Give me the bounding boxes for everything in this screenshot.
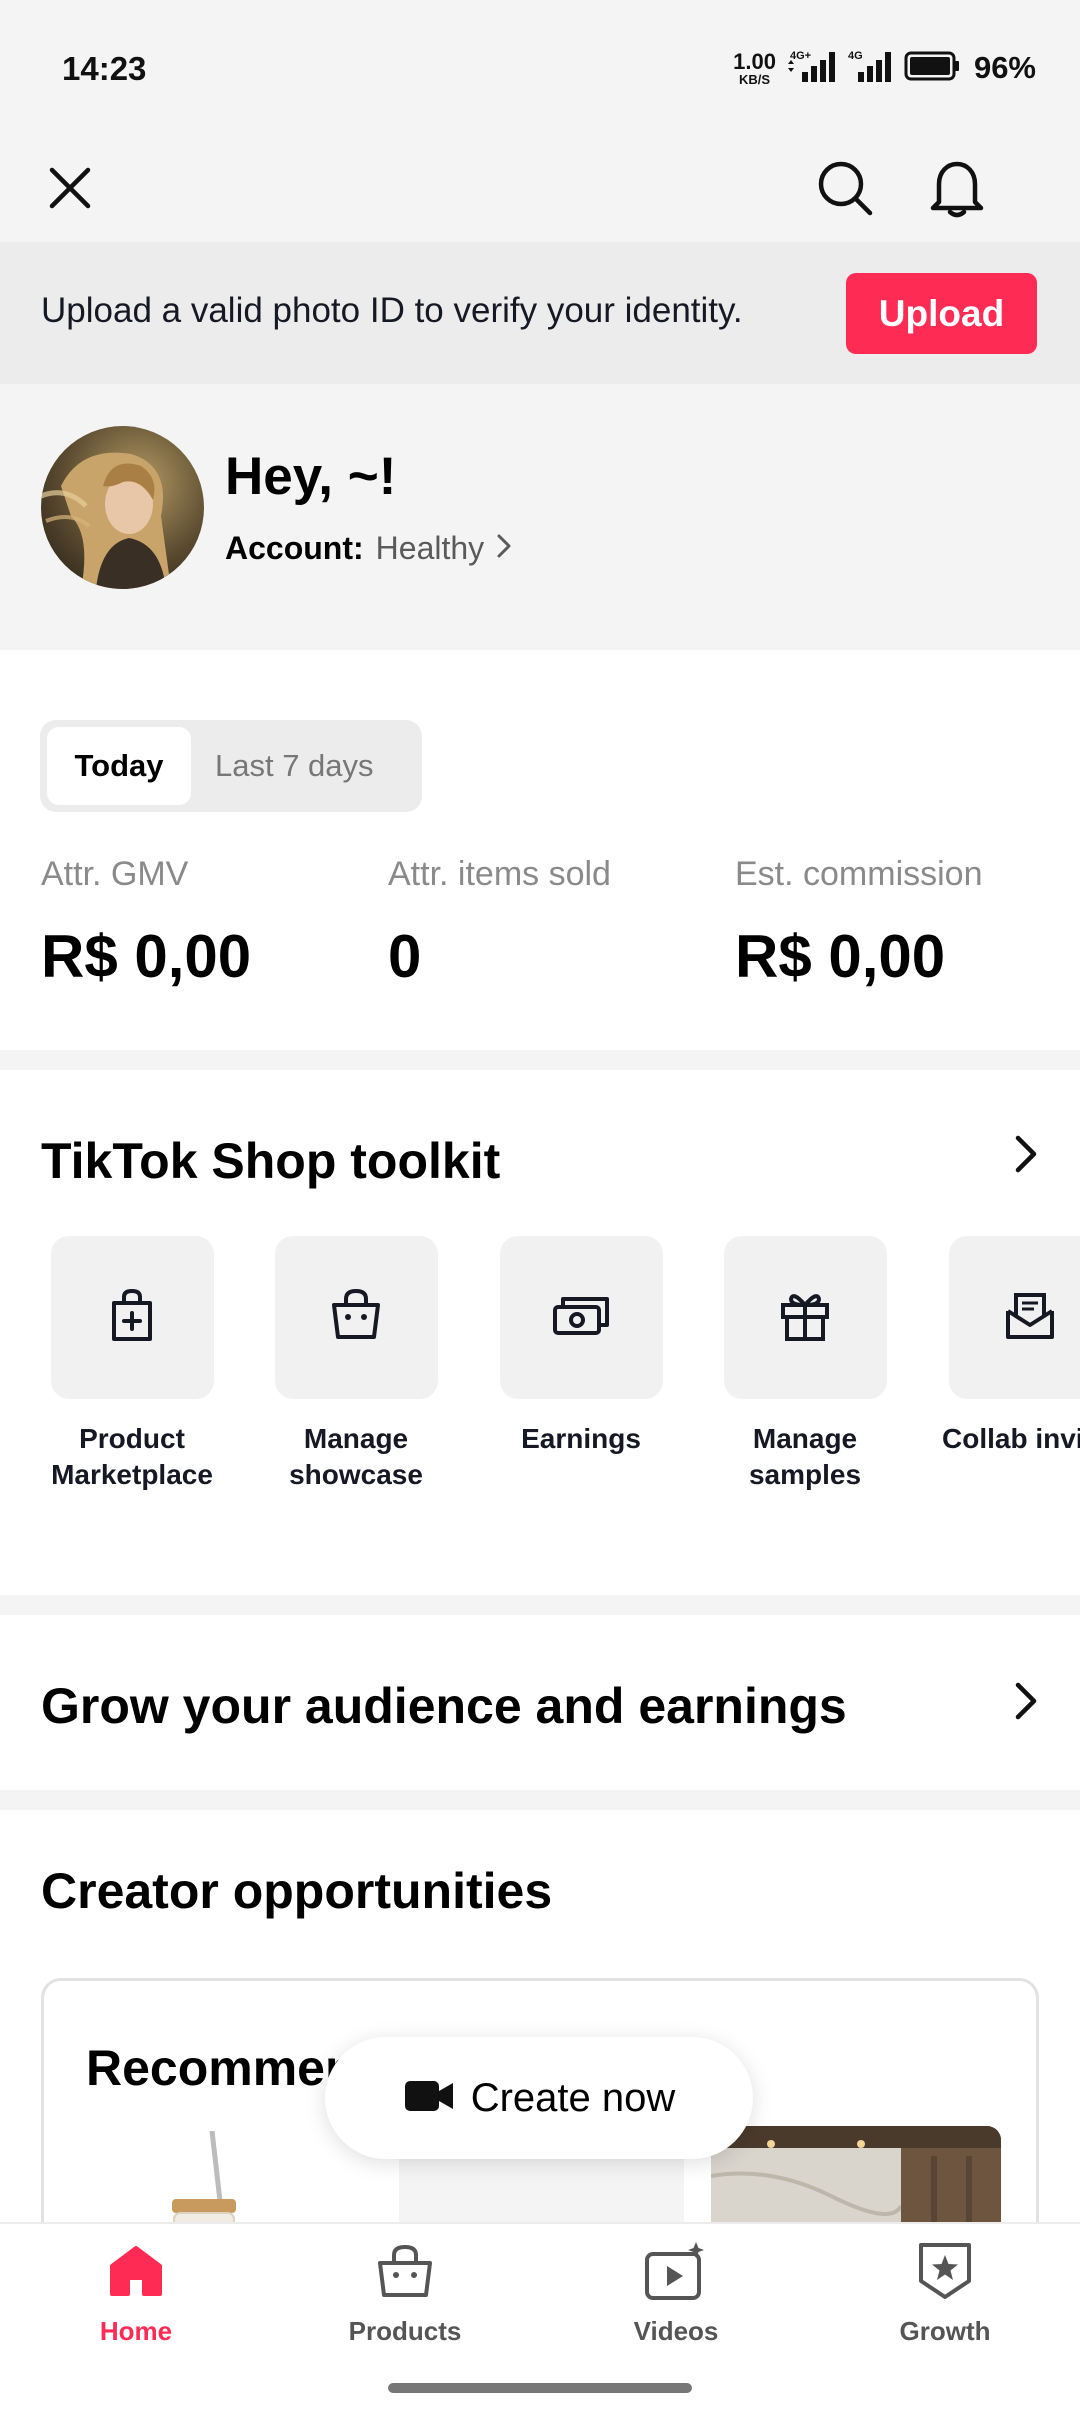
create-now-label: Create now xyxy=(470,2075,676,2120)
network-speed-value: 1.00 xyxy=(733,48,776,74)
tool-label: Product Marketplace xyxy=(51,1423,213,1490)
close-icon xyxy=(48,166,92,215)
verify-id-text: Upload a valid photo ID to verify your i… xyxy=(41,291,743,330)
tool-icon-box xyxy=(274,1236,438,1399)
search-icon xyxy=(816,159,874,222)
card-title: Recommen xyxy=(86,2040,356,2096)
stat-label: Attr. GMV xyxy=(41,855,189,893)
status-bar: 14:23 1.00 KB/S 4G+ 4G 96% xyxy=(0,0,1080,140)
money-icon xyxy=(551,1291,611,1344)
home-icon xyxy=(101,2236,171,2306)
greeting: Hey, ~! xyxy=(225,447,397,506)
section-title: TikTok Shop toolkit xyxy=(41,1133,501,1189)
network-speed: 1.00 KB/S xyxy=(733,48,776,87)
tool-icon-box xyxy=(723,1236,887,1399)
star-shield-icon xyxy=(910,2236,980,2306)
create-now-button[interactable]: Create now xyxy=(325,2037,753,2159)
battery-percent: 96% xyxy=(973,50,1036,85)
network-speed-unit: KB/S xyxy=(739,71,771,87)
account-label: Account: xyxy=(225,530,364,566)
section-title: Creator opportunities xyxy=(41,1863,553,1919)
chevron-right-icon xyxy=(496,533,512,564)
tab-home[interactable]: Home xyxy=(36,2236,236,2347)
tab-today[interactable]: Today xyxy=(47,727,191,805)
tab-label: Growth xyxy=(899,2316,991,2346)
svg-text:4G+: 4G+ xyxy=(790,50,811,62)
gift-icon xyxy=(777,1287,833,1348)
battery-icon xyxy=(904,51,962,86)
account-status: Healthy xyxy=(375,530,485,566)
svg-text:4G: 4G xyxy=(848,50,863,62)
tool-label: Manage showcase xyxy=(289,1423,423,1490)
profile-header: Hey, ~! Account: Healthy xyxy=(0,384,1080,650)
stat-label: Est. commission xyxy=(735,855,983,893)
creator-opportunities-section: Creator opportunities Recommen xyxy=(0,1810,1080,2222)
performance-stats: Today Last 7 days Attr. GMV R$ 0,00 Attr… xyxy=(0,650,1080,1050)
avatar[interactable] xyxy=(41,426,204,589)
account-status-link[interactable]: Account: Healthy xyxy=(225,530,512,567)
search-button[interactable] xyxy=(795,140,895,240)
tool-earnings[interactable]: Earnings xyxy=(481,1236,681,1457)
tab-label: Products xyxy=(348,2316,462,2346)
stat-value: 0 xyxy=(388,923,422,990)
upload-button[interactable]: Upload xyxy=(846,273,1037,354)
product-thumbnail[interactable] xyxy=(144,2130,264,2222)
video-camera-icon xyxy=(403,2079,455,2118)
signal-4g-icon: 4G+ xyxy=(786,48,838,89)
tool-manage-samples[interactable]: Manage samples xyxy=(705,1236,905,1493)
notifications-button[interactable] xyxy=(907,140,1007,240)
stat-items-sold: Attr. items sold 0 xyxy=(388,855,611,991)
tool-icon-box xyxy=(948,1236,1080,1399)
stat-commission: Est. commission R$ 0,00 xyxy=(735,855,983,991)
tab-last-7-days[interactable]: Last 7 days xyxy=(215,727,374,805)
top-nav xyxy=(0,140,1080,242)
tool-label: Earnings xyxy=(521,1423,641,1454)
tool-product-marketplace[interactable]: Product Marketplace xyxy=(32,1236,232,1493)
shopping-bag-icon xyxy=(370,2236,440,2306)
shop-bag-icon xyxy=(328,1287,384,1348)
tab-label: Videos xyxy=(633,2316,719,2346)
stat-value: R$ 0,00 xyxy=(735,923,946,990)
video-sparkle-icon xyxy=(641,2236,711,2306)
tab-videos[interactable]: Videos xyxy=(576,2236,776,2347)
chevron-right-icon xyxy=(1014,1681,1038,1726)
stat-gmv: Attr. GMV R$ 0,00 xyxy=(41,855,251,991)
tab-products[interactable]: Products xyxy=(305,2236,505,2347)
section-divider xyxy=(0,1050,1080,1070)
tool-label: Manage samples xyxy=(748,1423,862,1490)
status-icons: 1.00 KB/S 4G+ 4G 96% xyxy=(733,48,1036,88)
section-divider xyxy=(0,1790,1080,1810)
section-title: Grow your audience and earnings xyxy=(41,1678,847,1734)
tool-icon-box xyxy=(499,1236,663,1399)
tool-label: Collab invit xyxy=(942,1423,1080,1454)
grow-audience-row[interactable]: Grow your audience and earnings xyxy=(0,1615,1080,1790)
stat-label: Attr. items sold xyxy=(388,855,611,893)
chevron-right-icon xyxy=(1014,1134,1038,1179)
date-range-toggle: Today Last 7 days xyxy=(40,720,422,812)
shopping-bag-plus-icon xyxy=(106,1287,158,1348)
status-time: 14:23 xyxy=(62,50,147,87)
toolkit-more-button[interactable] xyxy=(996,1126,1056,1186)
tool-icon-box xyxy=(50,1236,214,1399)
grow-more-button[interactable] xyxy=(996,1673,1056,1733)
tab-growth[interactable]: Growth xyxy=(845,2236,1045,2347)
mail-icon xyxy=(1002,1287,1058,1348)
close-button[interactable] xyxy=(20,140,120,240)
tool-manage-showcase[interactable]: Manage showcase xyxy=(256,1236,456,1493)
tab-label: Home xyxy=(99,2316,173,2346)
section-divider xyxy=(0,1595,1080,1615)
signal-4g-icon-2: 4G xyxy=(848,48,894,89)
shop-toolkit-section: TikTok Shop toolkit Product Marketplace … xyxy=(0,1070,1080,1595)
home-indicator[interactable] xyxy=(388,2383,692,2393)
tool-collab-invites[interactable]: Collab invit xyxy=(930,1236,1080,1457)
product-thumbnail[interactable] xyxy=(711,2126,1001,2222)
stat-value: R$ 0,00 xyxy=(41,923,252,990)
bell-icon xyxy=(929,158,985,223)
